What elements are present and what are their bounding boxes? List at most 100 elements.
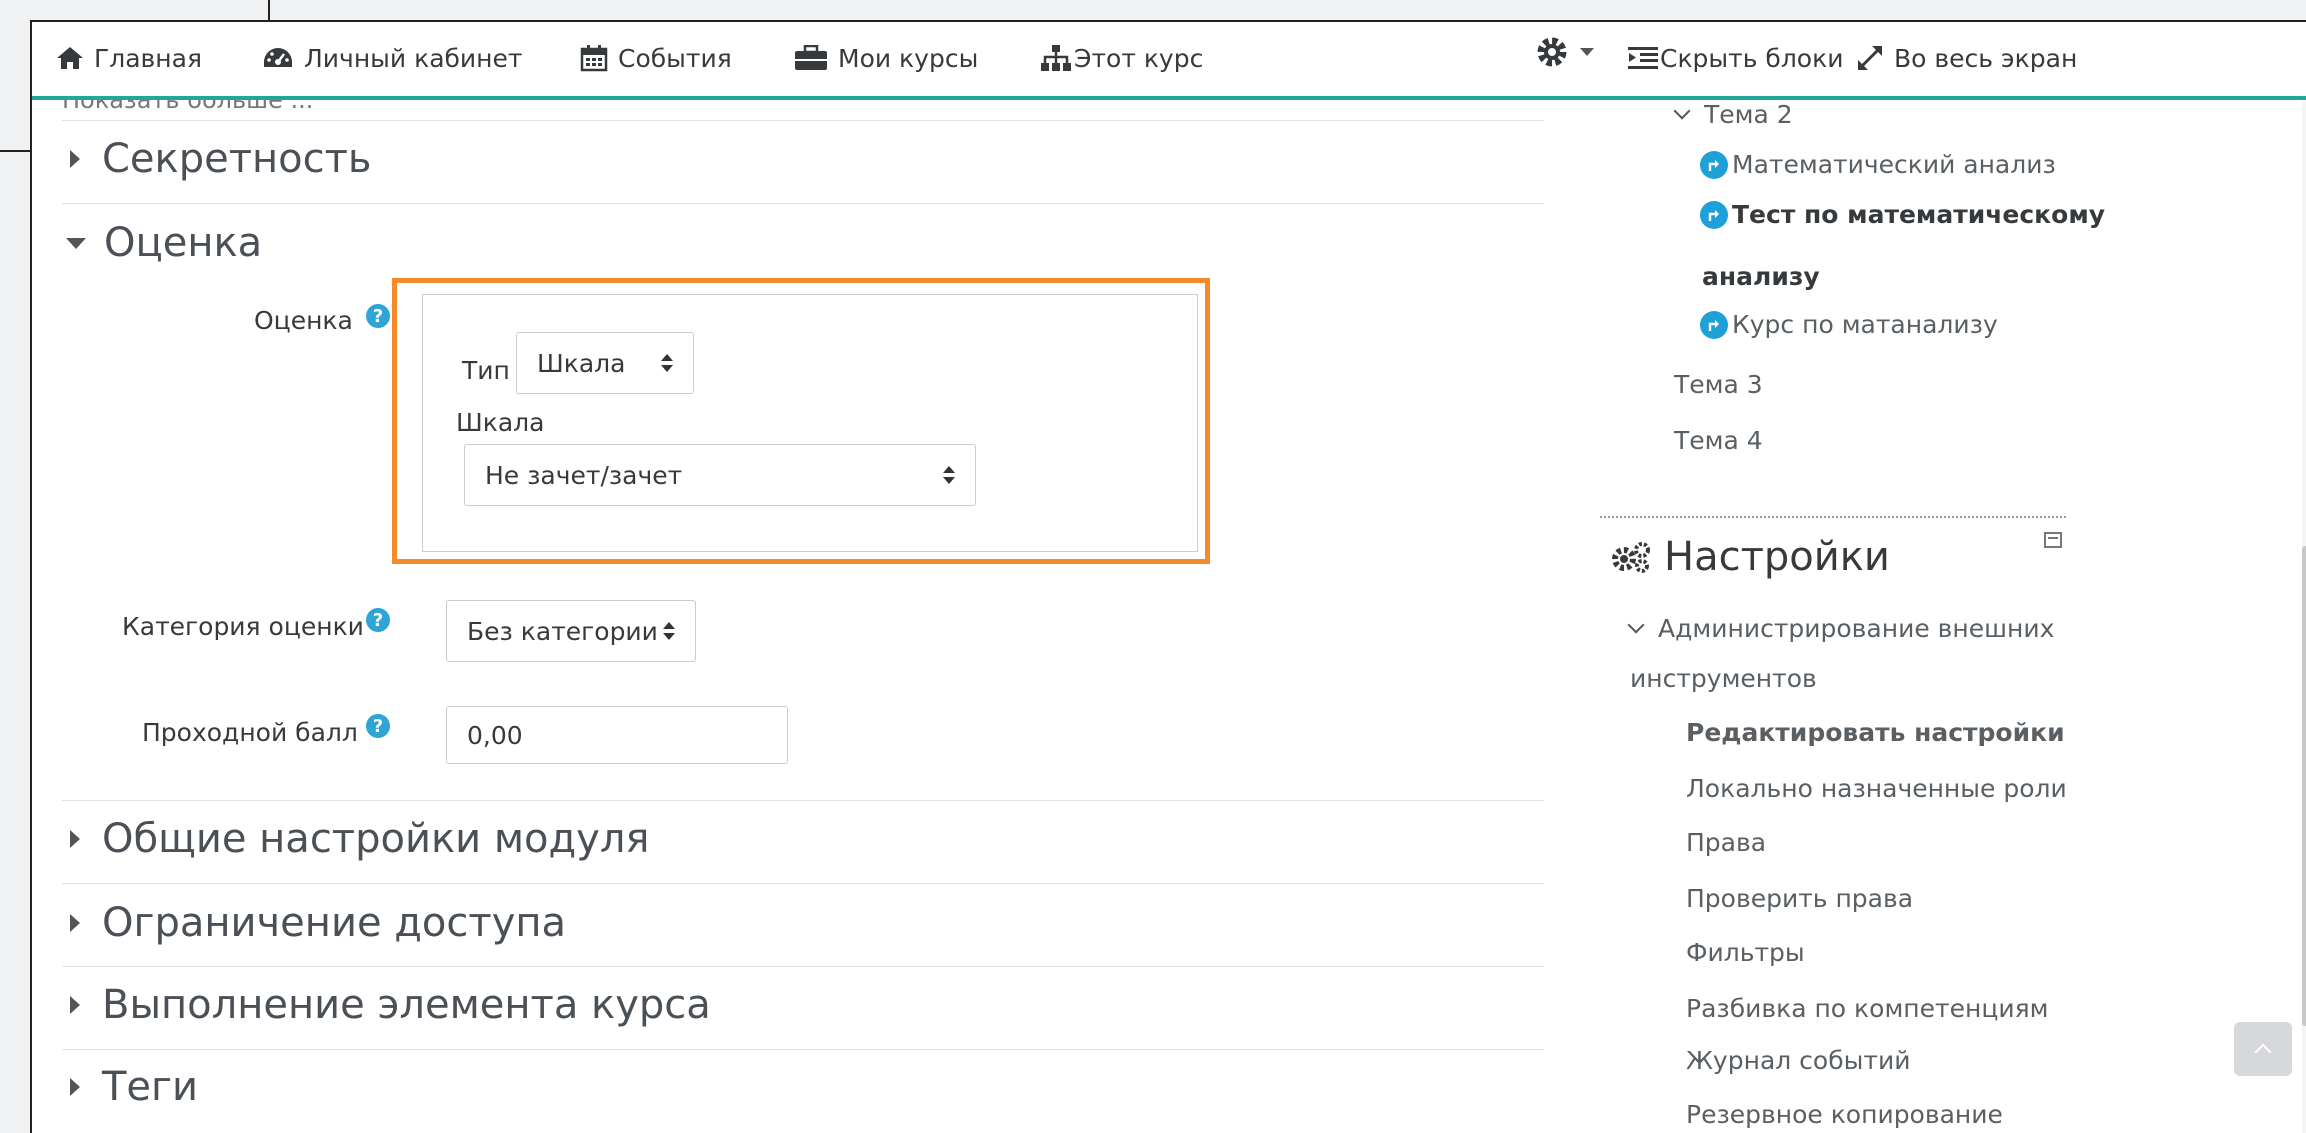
settings-link-backup[interactable]: Резервное копирование: [1686, 1100, 2003, 1129]
select-value: Шкала: [537, 348, 626, 378]
help-icon[interactable]: ?: [366, 304, 390, 328]
browser-canvas: Показать больше ... Секретность Оценка О…: [30, 20, 2306, 1133]
grade-label: Оценка: [254, 306, 353, 335]
nav-label: Этот курс: [1074, 43, 1204, 73]
section-title: Оценка: [104, 220, 263, 266]
section-title: Секретность: [102, 136, 372, 182]
dashboard-icon: [264, 48, 292, 67]
settings-link-local-roles[interactable]: Локально назначенные роли: [1686, 774, 2067, 803]
caret-right-icon: [70, 996, 80, 1014]
scale-select[interactable]: Не зачет/зачет: [464, 444, 976, 506]
divider: [62, 120, 1544, 121]
lti-icon: [1700, 200, 1728, 229]
pass-grade-input[interactable]: 0,00: [446, 706, 788, 764]
calendar-icon: [580, 45, 608, 72]
settings-link-competency-breakdown[interactable]: Разбивка по компетенциям: [1686, 994, 2048, 1023]
pass-grade-label: Проходной балл: [142, 718, 358, 747]
tree-topic-3[interactable]: Тема 3: [1674, 370, 1763, 399]
tree-label: Тема 2: [1704, 100, 1793, 129]
tree-label: инструментов: [1630, 664, 1817, 693]
settings-block-title: Настройки: [1610, 534, 1890, 580]
scale-label: Шкала: [456, 408, 545, 437]
section-title: Ограничение доступа: [102, 900, 567, 946]
section-privacy[interactable]: Секретность: [62, 136, 372, 182]
tree-label: Тест по математическому: [1732, 200, 2106, 229]
tree-admin-external-tools[interactable]: Администрирование внешних: [1627, 614, 2055, 643]
tree-label: Администрирование внешних: [1658, 614, 2055, 643]
sort-icon: [943, 466, 955, 484]
section-common-module[interactable]: Общие настройки модуля: [62, 816, 649, 862]
caret-right-icon: [70, 150, 80, 168]
scrollbar-thumb[interactable]: [2302, 546, 2306, 1026]
tree-label: Курс по матанализу: [1732, 310, 1998, 339]
settings-link-filters[interactable]: Фильтры: [1686, 938, 1805, 967]
section-title: Теги: [102, 1064, 199, 1110]
back-to-top-button[interactable]: [2234, 1022, 2292, 1076]
section-title: Выполнение элемента курса: [102, 982, 711, 1028]
grade-type-select[interactable]: Шкала: [516, 332, 694, 394]
chevron-down-icon: [1627, 616, 1645, 633]
block-divider: [1600, 516, 2066, 518]
select-value: Без категории: [467, 616, 658, 646]
tree-admin-external-tools-line2[interactable]: инструментов: [1630, 664, 1817, 693]
settings-link-check-permissions[interactable]: Проверить права: [1686, 884, 1913, 913]
divider: [62, 1049, 1544, 1050]
settings-menu-toggle[interactable]: [1534, 34, 1594, 70]
chevron-down-icon: [1673, 102, 1691, 119]
top-navbar: Главная Личный кабинет События Мои курсы…: [32, 22, 2306, 100]
sitemap-icon: [1041, 45, 1071, 71]
nav-events[interactable]: События: [580, 38, 732, 78]
divider: [62, 883, 1544, 884]
tree-item-math-analysis[interactable]: Математический анализ: [1700, 150, 2056, 179]
tree-label: Тема 4: [1674, 426, 1763, 455]
settings-link-permissions[interactable]: Права: [1686, 828, 1766, 857]
grade-category-label: Категория оценки: [122, 612, 364, 641]
input-value: 0,00: [467, 720, 523, 750]
nav-my-courses[interactable]: Мои курсы: [794, 38, 978, 78]
scrollbar[interactable]: [2302, 96, 2306, 1133]
briefcase-icon: [795, 45, 827, 70]
tree-topic-2[interactable]: Тема 2: [1673, 100, 1793, 129]
collapse-block-icon[interactable]: [2044, 532, 2062, 548]
lti-icon: [1700, 310, 1728, 339]
help-icon[interactable]: ?: [366, 608, 390, 632]
main-content: Показать больше ... Секретность Оценка О…: [32, 22, 1552, 1133]
block-title-text: Настройки: [1664, 534, 1890, 580]
lti-icon: [1700, 150, 1728, 179]
nav-dashboard[interactable]: Личный кабинет: [262, 38, 522, 78]
caret-right-icon: [70, 830, 80, 848]
caret-right-icon: [70, 914, 80, 932]
tree-item-math-test-line2[interactable]: анализу: [1702, 262, 1820, 291]
type-label: Тип: [462, 356, 510, 385]
nav-label: Личный кабинет: [304, 43, 523, 73]
fullscreen-button[interactable]: Во весь экран: [1856, 38, 2077, 78]
settings-link-edit[interactable]: Редактировать настройки: [1686, 718, 2065, 747]
section-tags[interactable]: Теги: [62, 1064, 198, 1110]
help-icon[interactable]: ?: [366, 714, 390, 738]
settings-link-logs[interactable]: Журнал событий: [1686, 1046, 1910, 1075]
select-value: Не зачет/зачет: [485, 460, 683, 490]
tree-item-matan-course[interactable]: Курс по матанализу: [1700, 310, 1998, 339]
grade-category-select[interactable]: Без категории: [446, 600, 696, 662]
nav-label: События: [618, 43, 732, 73]
tree-label: Математический анализ: [1732, 150, 2056, 179]
sort-icon: [663, 622, 675, 640]
outdent-icon: [1628, 47, 1658, 69]
hide-blocks-button[interactable]: Скрыть блоки: [1628, 38, 1843, 78]
section-restrict-access[interactable]: Ограничение доступа: [62, 900, 566, 946]
sort-icon: [661, 354, 673, 372]
nav-home[interactable]: Главная: [56, 38, 202, 78]
nav-label: Мои курсы: [838, 43, 979, 73]
tree-topic-4[interactable]: Тема 4: [1674, 426, 1763, 455]
section-grade[interactable]: Оценка: [62, 220, 262, 266]
caret-down-icon: [66, 237, 86, 249]
section-completion[interactable]: Выполнение элемента курса: [62, 982, 711, 1028]
divider: [62, 800, 1544, 801]
tree-item-math-test[interactable]: Тест по математическому: [1700, 200, 2105, 229]
frame-edge: [268, 0, 270, 22]
caret-right-icon: [70, 1078, 80, 1096]
nav-label: Скрыть блоки: [1660, 43, 1844, 73]
section-title: Общие настройки модуля: [102, 816, 650, 862]
divider: [62, 203, 1544, 204]
nav-this-course[interactable]: Этот курс: [1040, 38, 1203, 78]
